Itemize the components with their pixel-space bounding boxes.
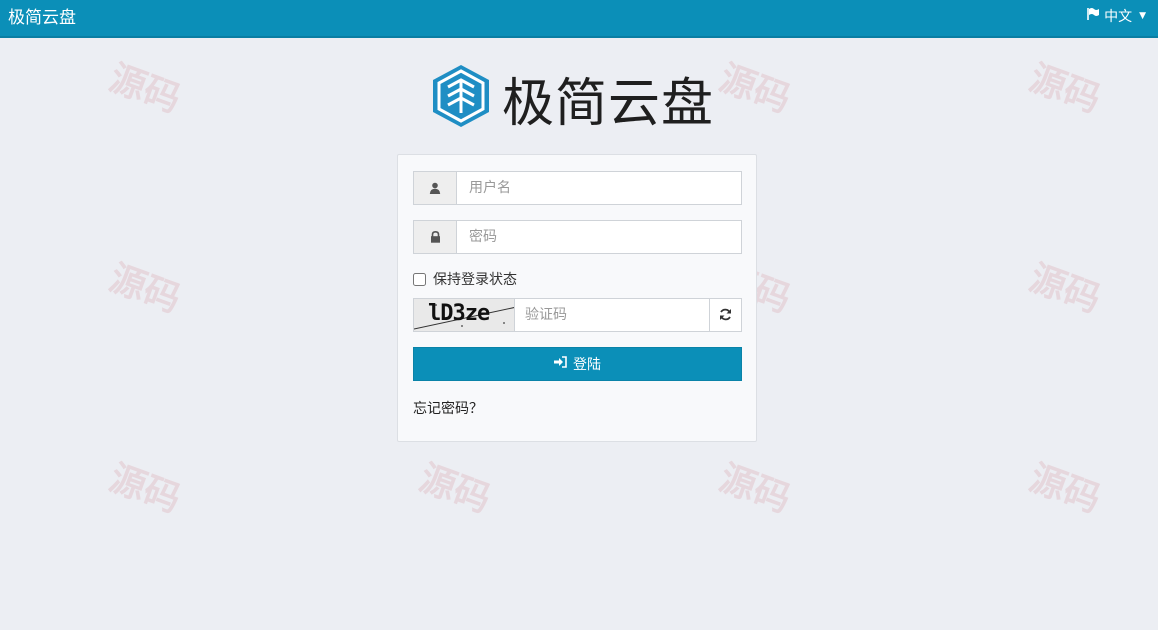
- app-logo: 极简云盘: [430, 63, 714, 134]
- top-navbar: 极简云盘 中文 ▼: [0, 0, 1158, 38]
- remember-me[interactable]: 保持登录状态: [413, 269, 517, 289]
- password-group: [413, 220, 742, 254]
- watermark: 源码: [1023, 57, 1106, 121]
- remember-label: 保持登录状态: [433, 272, 517, 288]
- refresh-icon: [719, 306, 732, 325]
- language-dropdown[interactable]: 中文 ▼: [1086, 6, 1146, 26]
- watermark: 源码: [713, 457, 796, 521]
- login-panel: 保持登录状态 lD3ze 登陆: [397, 154, 757, 442]
- username-input[interactable]: [457, 172, 741, 204]
- language-label: 中文: [1104, 9, 1133, 25]
- watermark: 源码: [1023, 457, 1106, 521]
- watermark: 源码: [713, 57, 796, 121]
- navbar-brand[interactable]: 极简云盘: [8, 3, 76, 28]
- user-icon: [414, 172, 457, 204]
- captcha-group: lD3ze: [413, 298, 742, 332]
- sign-in-icon: [554, 356, 567, 372]
- login-button[interactable]: 登陆: [413, 347, 742, 381]
- captcha-input[interactable]: [515, 299, 710, 331]
- username-group: [413, 171, 742, 205]
- lock-icon: [414, 221, 457, 253]
- watermark: 源码: [1023, 257, 1106, 321]
- remember-checkbox[interactable]: [413, 272, 426, 286]
- watermark: 源码: [103, 257, 186, 321]
- flag-icon: [1086, 7, 1100, 25]
- captcha-image[interactable]: lD3ze: [414, 299, 516, 331]
- watermark: 源码: [103, 57, 186, 121]
- logo-title: 极简云盘: [502, 73, 715, 134]
- refresh-captcha-button[interactable]: [709, 299, 741, 331]
- watermark: 源码: [103, 457, 186, 521]
- login-label: 登陆: [573, 357, 601, 373]
- watermark: 源码: [413, 457, 496, 521]
- password-input[interactable]: [457, 221, 741, 253]
- cube-logo-icon: [430, 63, 492, 133]
- captcha-text: lD3ze: [428, 301, 490, 326]
- chevron-down-icon: ▼: [1139, 11, 1146, 21]
- forgot-password-link[interactable]: 忘记密码？: [413, 398, 483, 418]
